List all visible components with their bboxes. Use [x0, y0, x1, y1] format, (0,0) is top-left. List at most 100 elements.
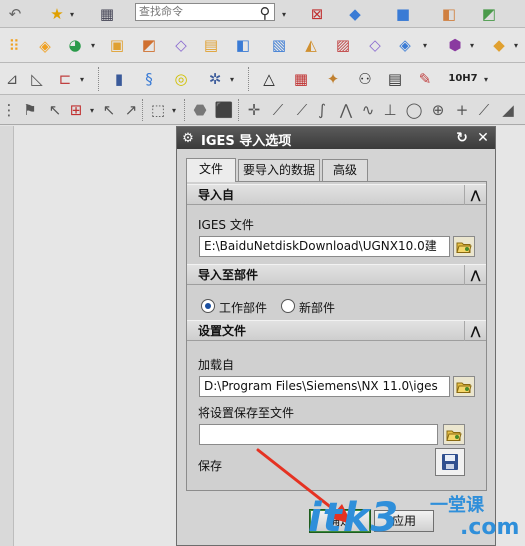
part-icon[interactable]: ◧	[438, 3, 460, 25]
replace-face-icon[interactable]: ◆	[488, 34, 510, 56]
iges-file-path-field[interactable]: E:\BaiduNetdiskDownload\UGNX10.0建	[199, 236, 450, 257]
dropdown-arrow-icon[interactable]: ▾	[484, 75, 488, 84]
dropdown-arrow-icon[interactable]: ▾	[91, 41, 95, 50]
radio-work-part[interactable]	[201, 299, 215, 313]
folder-open-icon	[456, 242, 472, 253]
cylinder-icon[interactable]: ▮	[108, 69, 130, 89]
section-header-import-to-part[interactable]: 导入至部件 ⋀	[187, 264, 486, 285]
tab-advanced[interactable]: 高级	[322, 159, 368, 181]
box-select-icon[interactable]: ⬚	[148, 101, 168, 119]
dialog-title-bar[interactable]: ⚙ IGES 导入选项 ↻ ✕	[177, 127, 495, 149]
select-icon[interactable]: ↖	[100, 101, 118, 119]
browse-save-to-button[interactable]	[443, 424, 465, 445]
toolbar-separator	[98, 67, 99, 91]
snap-icon[interactable]: ⊠	[306, 3, 328, 25]
surface-icon[interactable]: ▧	[268, 34, 290, 56]
balloon-icon[interactable]: ⚇	[354, 69, 376, 89]
center-icon[interactable]: ◯	[404, 101, 424, 119]
snap-point-icon[interactable]: ✛	[244, 101, 264, 119]
dropdown-arrow-icon[interactable]: ▾	[282, 10, 286, 19]
table-icon[interactable]: ▦	[290, 69, 312, 89]
section-header-settings-file[interactable]: 设置文件 ⋀	[187, 320, 486, 341]
radio-work-part-label[interactable]: 工作部件	[219, 299, 267, 316]
tab-file[interactable]: 文件	[186, 158, 236, 182]
grid-icon[interactable]: ▦	[96, 4, 118, 24]
assembly-icon[interactable]: ◩	[478, 3, 500, 25]
section-header-import-from[interactable]: 导入自 ⋀	[187, 184, 486, 205]
solid-icon[interactable]: ◈	[394, 34, 416, 56]
intersection-icon[interactable]: +	[452, 101, 472, 119]
endpoint-icon[interactable]: ⟋	[268, 101, 288, 119]
trim-icon[interactable]: ◭	[300, 34, 322, 56]
dropdown-arrow-icon[interactable]: ▾	[172, 106, 176, 115]
chevron-up-icon[interactable]: ⋀	[464, 185, 486, 205]
spline-snap-icon[interactable]: ∿	[358, 101, 378, 119]
section-title: 设置文件	[198, 324, 247, 338]
radio-new-part-label[interactable]: 新部件	[299, 299, 335, 316]
chevron-up-icon[interactable]: ⋀	[464, 321, 486, 341]
face-snap-icon[interactable]: ◢	[498, 101, 518, 119]
dropdown-arrow-icon[interactable]: ▾	[80, 75, 84, 84]
cursor-icon[interactable]: ↖	[46, 101, 64, 119]
tangent-icon[interactable]: ⟋	[474, 101, 494, 119]
reset-icon[interactable]: ↻	[453, 129, 471, 147]
close-icon[interactable]: ✕	[474, 129, 492, 147]
dropdown-arrow-icon[interactable]: ▾	[90, 106, 94, 115]
watermark-side: 一堂课	[430, 495, 484, 516]
point-icon[interactable]: ⊞	[66, 101, 86, 119]
dropdown-arrow-icon[interactable]: ▾	[423, 41, 427, 50]
search-icon[interactable]: ⚲	[257, 5, 273, 21]
solid-select-icon[interactable]: ⬣	[190, 101, 210, 119]
folder-open-icon	[456, 382, 472, 393]
dimension-icon[interactable]: ⊏	[54, 69, 76, 89]
gear-tool-icon[interactable]: ✲	[204, 69, 226, 89]
sweep-icon[interactable]: ◩	[138, 34, 160, 56]
sketch-icon[interactable]: ◕	[64, 34, 86, 56]
eraser-icon[interactable]: ◺	[26, 69, 48, 89]
symbol-icon[interactable]: ✦	[322, 69, 344, 89]
tab-data-to-import[interactable]: 要导入的数据	[238, 159, 320, 181]
command-search-input[interactable]: 查找命令	[135, 3, 275, 21]
triangle-icon[interactable]: △	[258, 69, 280, 89]
perpendicular-icon[interactable]: ⊥	[380, 101, 400, 119]
control-point-icon[interactable]: ⋀	[336, 101, 356, 119]
browse-iges-button[interactable]	[453, 236, 475, 257]
undo-icon[interactable]: ↶	[4, 5, 26, 23]
fillet-icon[interactable]: ⊿	[2, 69, 22, 89]
handle-icon[interactable]: ⋮	[2, 101, 17, 119]
draft-icon[interactable]: ▨	[332, 34, 354, 56]
shape-icon[interactable]: ◆	[344, 3, 366, 25]
radio-new-part[interactable]	[281, 299, 295, 313]
box-icon[interactable]: ▣	[106, 34, 128, 56]
save-settings-path-field[interactable]	[199, 424, 438, 445]
dropdown-arrow-icon[interactable]: ▾	[70, 10, 74, 19]
lasso-icon[interactable]: ↗	[122, 101, 140, 119]
filter-icon[interactable]: ⚑	[20, 101, 40, 119]
quadrant-icon[interactable]: ⊕	[428, 101, 448, 119]
save-settings-button[interactable]	[435, 448, 465, 476]
load-from-path-field[interactable]: D:\Program Files\Siemens\NX 11.0\iges	[199, 376, 450, 397]
dropdown-arrow-icon[interactable]: ▾	[230, 75, 234, 84]
body-select-icon[interactable]: ⬛	[214, 101, 234, 119]
browse-load-from-button[interactable]	[453, 376, 475, 397]
shell-icon[interactable]: ◧	[232, 34, 254, 56]
midpoint-icon[interactable]: ⟋	[292, 101, 312, 119]
extrude-icon[interactable]: ◈	[34, 35, 56, 57]
chamfer-icon[interactable]: ◇	[170, 34, 192, 56]
star-menu-icon[interactable]: ★	[46, 4, 68, 24]
note-icon[interactable]: ▤	[384, 69, 406, 89]
block-icon[interactable]: ▤	[200, 34, 222, 56]
pattern-icon[interactable]: ⠿	[2, 35, 26, 57]
curve-snap-icon[interactable]: ∫	[312, 101, 332, 119]
dropdown-arrow-icon[interactable]: ▾	[514, 41, 518, 50]
move-face-icon[interactable]: ⬢	[444, 34, 466, 56]
dropdown-arrow-icon[interactable]: ▾	[470, 41, 474, 50]
bearing-icon[interactable]: ◎	[170, 69, 192, 89]
spring-icon[interactable]: §	[138, 69, 160, 89]
tolerance-icon[interactable]: 10H7	[448, 69, 478, 89]
offset-icon[interactable]: ◇	[364, 34, 386, 56]
cube-icon[interactable]: ■	[392, 3, 414, 25]
gear-icon[interactable]: ⚙	[180, 130, 196, 146]
brush-icon[interactable]: ✎	[414, 69, 436, 89]
chevron-up-icon[interactable]: ⋀	[464, 265, 486, 285]
